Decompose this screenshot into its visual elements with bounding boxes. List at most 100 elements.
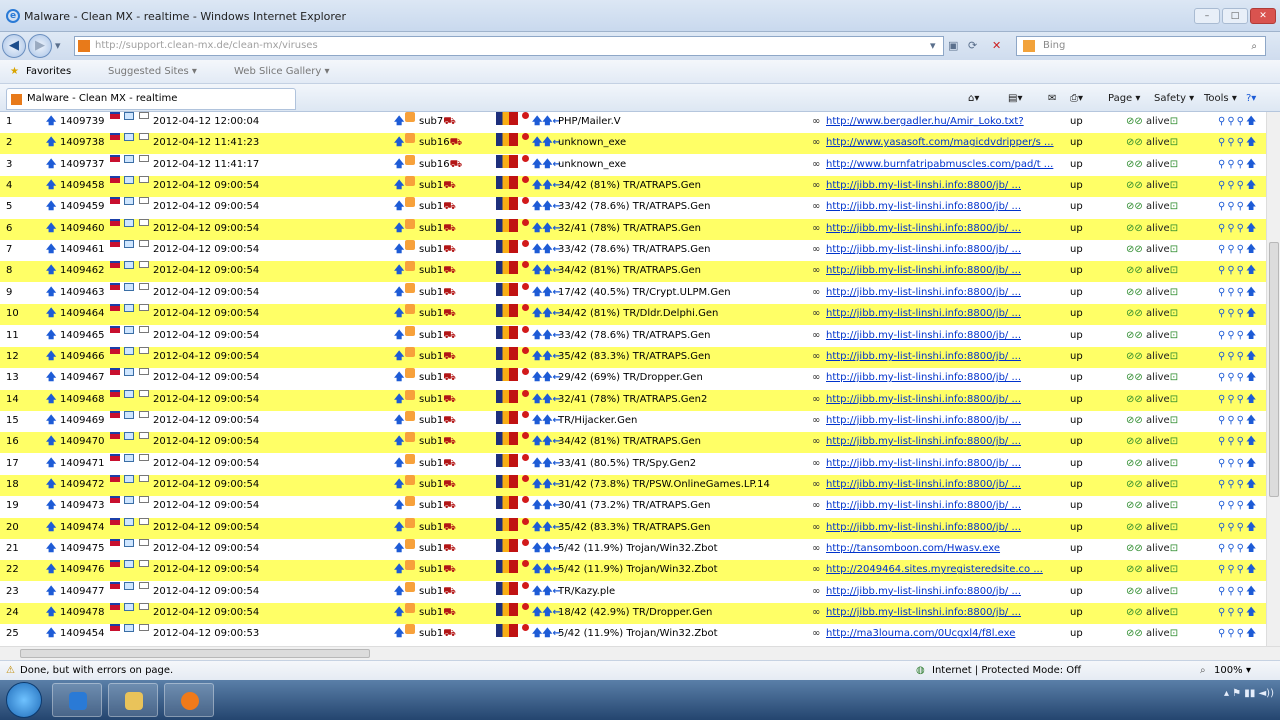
action-icons[interactable]: ⚲⚲⚲🡅 <box>1218 240 1258 260</box>
url-link[interactable]: http://jibb.my-list-linshi.info:8800/jb/… <box>826 326 1021 346</box>
url-link[interactable]: http://jibb.my-list-linshi.info:8800/jb/… <box>826 454 1021 474</box>
action-icons[interactable]: ⚲⚲⚲🡅 <box>1218 560 1258 580</box>
scan-result-icon[interactable] <box>496 282 518 296</box>
monitor-icon[interactable] <box>124 261 134 270</box>
up-arrow-icon[interactable]: 🡅 <box>394 603 404 623</box>
mail-icon[interactable] <box>139 325 149 333</box>
glasses-icon[interactable]: ∞ <box>812 112 820 132</box>
action-icons[interactable]: ⚲⚲⚲🡅 <box>1218 539 1258 559</box>
scan-result-icon[interactable] <box>496 325 518 339</box>
up-arrow-icon[interactable]: 🡅 <box>394 496 404 516</box>
mail-icon[interactable] <box>139 474 149 482</box>
action-icons[interactable]: ⚲⚲⚲🡅 <box>1218 603 1258 623</box>
address-bar[interactable]: http://support.clean-mx.de/clean-mx/viru… <box>74 36 944 56</box>
arrow-icons[interactable]: 🡅🡅← <box>532 219 561 239</box>
action-icons[interactable]: ⚲⚲⚲🡅 <box>1218 197 1258 217</box>
monitor-icon[interactable] <box>124 581 134 590</box>
glasses-icon[interactable]: ∞ <box>812 496 820 516</box>
search-input[interactable]: Bing ⌕ <box>1016 36 1266 56</box>
up-arrow-icon[interactable]: 🡅 <box>46 496 56 516</box>
action-icons[interactable]: ⚲⚲⚲🡅 <box>1218 390 1258 410</box>
report-icon[interactable] <box>405 261 415 272</box>
row-id-link[interactable]: 1409473 <box>60 496 105 516</box>
action-icons[interactable]: ⚲⚲⚲🡅 <box>1218 475 1258 495</box>
url-link[interactable]: http://jibb.my-list-linshi.info:8800/jb/… <box>826 390 1021 410</box>
report-icon[interactable] <box>405 624 415 635</box>
home-icon[interactable]: ⌂▾ <box>968 93 979 104</box>
action-icons[interactable]: ⚲⚲⚲🡅 <box>1218 432 1258 452</box>
monitor-icon[interactable] <box>124 218 134 227</box>
up-arrow-icon[interactable]: 🡅 <box>394 582 404 602</box>
arrow-icons[interactable]: 🡅🡅← <box>532 326 561 346</box>
scan-result-icon[interactable] <box>496 496 518 510</box>
monitor-icon[interactable] <box>124 410 134 419</box>
row-id-link[interactable]: 1409458 <box>60 176 105 196</box>
report-icon[interactable] <box>405 325 415 336</box>
glasses-icon[interactable]: ∞ <box>812 368 820 388</box>
scan-result-icon[interactable] <box>496 261 518 275</box>
monitor-icon[interactable] <box>124 453 134 462</box>
monitor-icon[interactable] <box>124 325 134 334</box>
zoom-level[interactable]: 100% <box>1214 665 1243 676</box>
action-icons[interactable]: ⚲⚲⚲🡅 <box>1218 454 1258 474</box>
report-icon[interactable] <box>405 197 415 208</box>
arrow-icons[interactable]: 🡅🡅← <box>532 603 561 623</box>
forward-button[interactable]: ▶ <box>28 34 52 58</box>
mail-icon[interactable] <box>139 389 149 397</box>
row-id-link[interactable]: 1409466 <box>60 347 105 367</box>
up-arrow-icon[interactable]: 🡅 <box>394 155 404 175</box>
row-id-link[interactable]: 1409463 <box>60 283 105 303</box>
up-arrow-icon[interactable]: 🡅 <box>46 219 56 239</box>
up-arrow-icon[interactable]: 🡅 <box>394 326 404 346</box>
url-link[interactable]: http://jibb.my-list-linshi.info:8800/jb/… <box>826 432 1021 452</box>
glasses-icon[interactable]: ∞ <box>812 197 820 217</box>
row-id-link[interactable]: 1409475 <box>60 539 105 559</box>
report-icon[interactable] <box>405 112 415 122</box>
monitor-icon[interactable] <box>124 346 134 355</box>
scan-result-icon[interactable] <box>496 560 518 574</box>
report-icon[interactable] <box>405 368 415 379</box>
vertical-scroll-thumb[interactable] <box>1269 242 1279 497</box>
report-icon[interactable] <box>405 282 415 293</box>
glasses-icon[interactable]: ∞ <box>812 411 820 431</box>
mail-icon[interactable] <box>139 304 149 312</box>
monitor-icon[interactable] <box>124 197 134 206</box>
mail-icon[interactable] <box>139 261 149 269</box>
monitor-icon[interactable] <box>124 112 134 120</box>
arrow-icons[interactable]: 🡅🡅← <box>532 112 561 132</box>
up-arrow-icon[interactable]: 🡅 <box>46 603 56 623</box>
action-icons[interactable]: ⚲⚲⚲🡅 <box>1218 304 1258 324</box>
report-icon[interactable] <box>405 496 415 507</box>
action-icons[interactable]: ⚲⚲⚲🡅 <box>1218 624 1258 644</box>
action-icons[interactable]: ⚲⚲⚲🡅 <box>1218 219 1258 239</box>
report-icon[interactable] <box>405 346 415 357</box>
up-arrow-icon[interactable]: 🡅 <box>46 624 56 644</box>
up-arrow-icon[interactable]: 🡅 <box>394 475 404 495</box>
report-icon[interactable] <box>405 154 415 165</box>
mail-icon[interactable] <box>139 154 149 162</box>
up-arrow-icon[interactable]: 🡅 <box>394 176 404 196</box>
action-icons[interactable]: ⚲⚲⚲🡅 <box>1218 368 1258 388</box>
report-icon[interactable] <box>405 560 415 571</box>
arrow-icons[interactable]: 🡅🡅← <box>532 411 561 431</box>
glasses-icon[interactable]: ∞ <box>812 560 820 580</box>
scan-result-icon[interactable] <box>496 368 518 382</box>
scan-result-icon[interactable] <box>496 176 518 190</box>
glasses-icon[interactable]: ∞ <box>812 582 820 602</box>
taskbar-explorer-button[interactable] <box>108 683 158 717</box>
tab-malware-clean-mx[interactable]: Malware - Clean MX - realtime <box>6 88 296 110</box>
minimize-button[interactable]: – <box>1194 8 1220 24</box>
arrow-icons[interactable]: 🡅🡅← <box>532 176 561 196</box>
close-button[interactable]: ✕ <box>1250 8 1276 24</box>
glasses-icon[interactable]: ∞ <box>812 475 820 495</box>
glasses-icon[interactable]: ∞ <box>812 133 820 153</box>
monitor-icon[interactable] <box>124 539 134 547</box>
scan-result-icon[interactable] <box>496 389 518 403</box>
row-id-link[interactable]: 1409477 <box>60 582 105 602</box>
up-arrow-icon[interactable]: 🡅 <box>46 240 56 260</box>
mail-icon[interactable] <box>139 581 149 589</box>
mail-icon[interactable] <box>139 539 149 546</box>
url-link[interactable]: http://jibb.my-list-linshi.info:8800/jb/… <box>826 368 1021 388</box>
glasses-icon[interactable]: ∞ <box>812 155 820 175</box>
monitor-icon[interactable] <box>124 474 134 483</box>
